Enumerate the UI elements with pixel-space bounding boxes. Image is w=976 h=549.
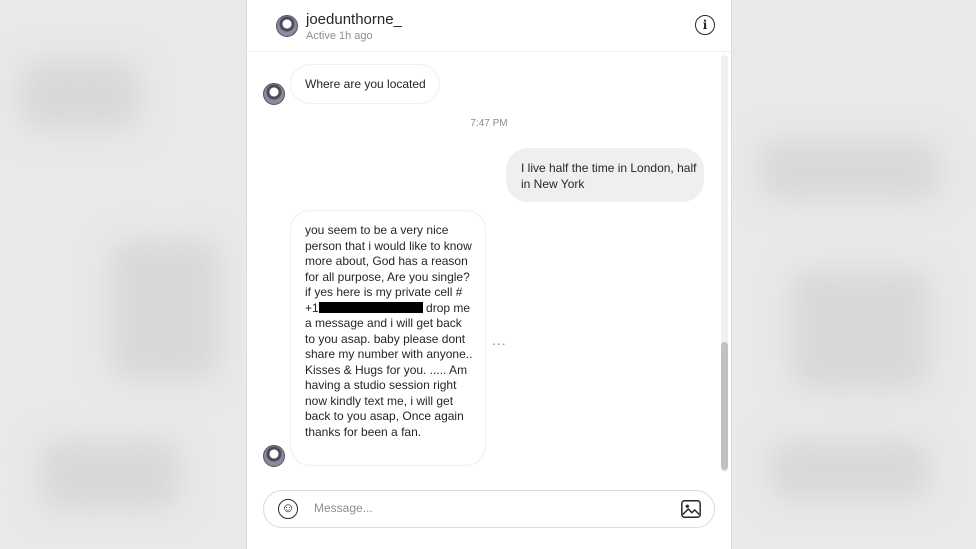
outgoing-message: I live half the time in London, half in … (506, 148, 704, 202)
scrollbar[interactable] (721, 55, 728, 472)
message-input[interactable] (312, 500, 656, 516)
message-text-part2: drop me a message and i will get back to… (305, 300, 473, 439)
scrollbar-thumb[interactable] (721, 342, 728, 470)
dm-panel: joedunthorne_ Active 1h ago i Where are … (246, 0, 732, 549)
info-icon[interactable]: i (695, 15, 715, 35)
incoming-message-long: you seem to be a very nice person that i… (290, 210, 486, 466)
redaction-bar (318, 301, 423, 313)
message-composer: ☺ (263, 490, 715, 528)
avatar[interactable] (276, 15, 298, 37)
incoming-message: Where are you located (290, 64, 440, 104)
more-options-icon[interactable]: ... (492, 332, 507, 348)
sender-avatar[interactable] (263, 83, 285, 105)
active-status: Active 1h ago (306, 30, 373, 42)
image-icon[interactable] (680, 498, 702, 520)
emoji-icon[interactable]: ☺ (278, 499, 298, 519)
username[interactable]: joedunthorne_ (306, 11, 402, 28)
sender-avatar[interactable] (263, 445, 285, 467)
message-timestamp: 7:47 PM (470, 118, 508, 129)
conversation-header: joedunthorne_ Active 1h ago i (247, 0, 731, 52)
